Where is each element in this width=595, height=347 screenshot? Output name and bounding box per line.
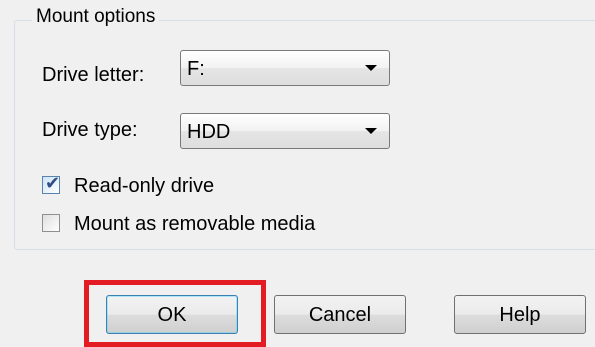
cancel-button[interactable]: Cancel bbox=[274, 295, 406, 334]
drive-letter-value: F: bbox=[187, 58, 205, 80]
read-only-checkbox[interactable]: ✔ bbox=[42, 173, 61, 194]
mount-options-title: Mount options bbox=[32, 6, 160, 28]
chevron-down-icon[interactable] bbox=[365, 128, 377, 134]
drive-letter-dropdown[interactable]: F: bbox=[180, 50, 390, 86]
drive-type-value: HDD bbox=[187, 121, 231, 143]
drive-type-dropdown[interactable]: HDD bbox=[180, 113, 390, 149]
help-button[interactable]: Help bbox=[454, 295, 586, 334]
ok-button-highlight bbox=[84, 280, 266, 347]
drive-type-label: Drive type: bbox=[42, 119, 138, 141]
checkmark-icon: ✔ bbox=[45, 173, 61, 194]
removable-media-label[interactable]: Mount as removable media bbox=[74, 212, 315, 236]
drive-letter-label: Drive letter: bbox=[42, 64, 145, 86]
read-only-label[interactable]: Read-only drive bbox=[74, 174, 214, 198]
removable-media-checkbox[interactable] bbox=[42, 214, 60, 232]
chevron-down-icon[interactable] bbox=[365, 65, 377, 71]
